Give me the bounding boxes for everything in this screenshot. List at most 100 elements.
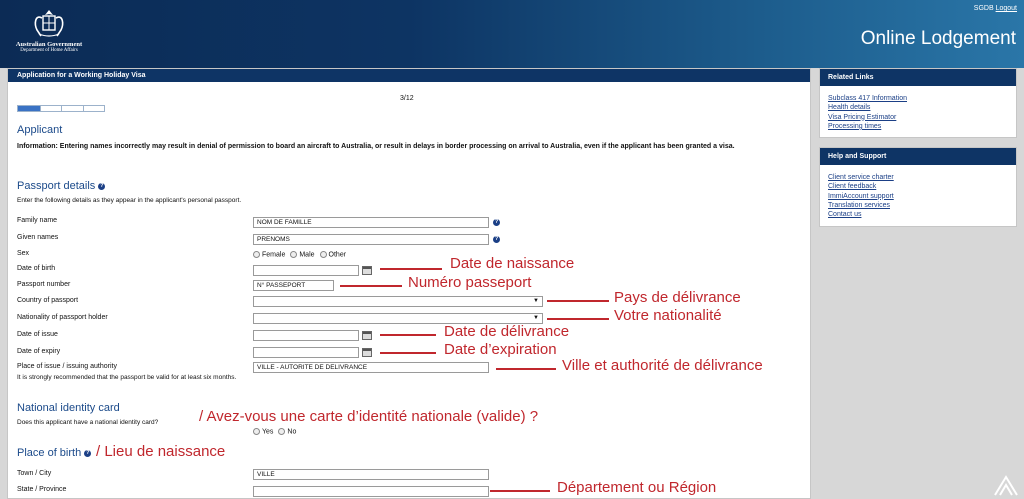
nid-heading: National identity card — [17, 402, 120, 414]
annotation-line — [496, 368, 556, 370]
annotation-state: Département ou Région — [557, 479, 717, 496]
annotation-pob: / Lieu de naissance — [96, 443, 226, 460]
radio-label: No — [287, 428, 297, 436]
dropdown-arrow-icon: ▼ — [533, 315, 539, 321]
sex-male-option[interactable]: Male — [290, 251, 315, 259]
help-icon[interactable]: ? — [493, 219, 500, 226]
help-icon[interactable]: ? — [98, 182, 106, 190]
calendar-icon[interactable] — [362, 266, 372, 275]
country-select[interactable]: ▼ — [253, 296, 543, 307]
related-link[interactable]: Visa Pricing Estimator — [828, 113, 1008, 122]
gov-name: Australian Government — [15, 41, 83, 48]
annotation-line — [490, 490, 550, 492]
validity-note: It is strongly recommended that the pass… — [17, 374, 237, 381]
nid-radio-group: Yes No — [253, 428, 296, 435]
given-names-label: Given names — [17, 234, 59, 241]
radio-button[interactable] — [290, 251, 298, 258]
related-links-list: Subclass 417 Information Health details … — [820, 86, 1016, 137]
nid-yes-option[interactable]: Yes — [253, 428, 273, 435]
expiry-date-label: Date of expiry — [17, 348, 61, 355]
progress-segment — [82, 106, 84, 111]
expiry-date-input[interactable] — [253, 347, 359, 358]
dob-input[interactable] — [253, 265, 359, 276]
brand-logo-icon — [994, 475, 1018, 496]
help-support-heading: Help and Support — [820, 148, 1016, 165]
help-link[interactable]: Contact us — [828, 210, 1008, 219]
related-link[interactable]: Health details — [828, 103, 1008, 112]
annotation-passport: Numéro passeport — [408, 274, 532, 291]
passport-number-label: Passport number — [17, 281, 71, 288]
given-names-input[interactable]: PRENOMS — [253, 234, 489, 245]
help-link[interactable]: Client feedback — [828, 182, 1008, 191]
pob-heading-text: Place of birth — [17, 447, 82, 459]
family-name-input[interactable]: NOM DE FAMILLE — [253, 217, 489, 228]
radio-button[interactable] — [253, 428, 260, 435]
government-logo[interactable]: Australian Government Department of Home… — [8, 6, 90, 62]
help-link[interactable]: Translation services — [828, 201, 1008, 210]
progress-fill — [18, 106, 40, 111]
logout-link[interactable]: Logout — [996, 5, 1017, 12]
radio-button[interactable] — [253, 251, 260, 258]
applicant-heading: Applicant — [17, 124, 63, 136]
dropdown-arrow-icon: ▼ — [533, 298, 539, 304]
radio-label: Male — [299, 251, 315, 259]
family-name-label: Family name — [17, 217, 58, 224]
annotation-expiry: Date d’expiration — [444, 341, 557, 358]
dob-label: Date of birth — [17, 265, 56, 272]
annotation-nationality: Votre nationalité — [614, 307, 722, 324]
form-title-bar: Application for a Working Holiday Visa — [8, 69, 810, 82]
help-link[interactable]: ImmiAccount support — [828, 192, 1008, 201]
progress-segment — [39, 106, 41, 111]
annotation-place: Ville et authorité de délivrance — [562, 357, 763, 374]
sex-other-option[interactable]: Other — [319, 251, 347, 259]
pob-heading: Place of birth ? — [17, 447, 92, 459]
department-name: Department of Home Affairs — [20, 48, 78, 53]
annotation-dob: Date de naissance — [450, 255, 575, 272]
place-issue-label: Place of issue / issuing authority — [17, 363, 117, 370]
info-text: Information: Entering names incorrectly … — [17, 143, 735, 150]
annotation-issue: Date de délivrance — [444, 323, 570, 340]
related-link[interactable]: Subclass 417 Information — [828, 94, 1008, 103]
progress-bar — [17, 105, 105, 112]
country-label: Country of passport — [17, 297, 79, 304]
passport-intro: Enter the following details as they appe… — [17, 197, 242, 204]
help-support-panel: Help and Support Client service charter … — [819, 147, 1017, 227]
nid-no-option[interactable]: No — [278, 428, 296, 435]
annotation-line — [547, 300, 609, 302]
radio-button[interactable] — [319, 251, 327, 258]
annotation-line — [547, 318, 609, 320]
place-issue-input[interactable]: VILLE - AUTORITE DE DELIVRANCE — [253, 362, 489, 373]
annotation-nid: / Avez-vous une carte d’identité nationa… — [199, 408, 539, 425]
annotation-line — [380, 268, 442, 270]
town-input[interactable]: VILLE — [253, 469, 489, 480]
passport-heading-text: Passport details — [17, 180, 96, 192]
calendar-icon[interactable] — [362, 348, 372, 357]
related-link[interactable]: Processing times — [828, 122, 1008, 131]
sex-radio-group: Female Male Other — [253, 251, 346, 258]
town-label: Town / City — [17, 470, 52, 477]
page-counter: 3/12 — [400, 95, 414, 102]
help-icon[interactable]: ? — [84, 449, 92, 457]
radio-label: Female — [262, 251, 286, 259]
state-input[interactable] — [253, 486, 489, 497]
coat-of-arms-icon — [34, 10, 64, 37]
radio-label: Yes — [262, 428, 274, 436]
issue-date-input[interactable] — [253, 330, 359, 341]
nid-question: Does this applicant have a national iden… — [17, 419, 159, 426]
radio-button[interactable] — [278, 428, 286, 435]
sex-label: Sex — [17, 250, 30, 257]
username: SGDB — [973, 5, 994, 12]
user-links: SGDB Logout — [974, 5, 1017, 12]
passport-heading: Passport details ? — [17, 180, 106, 192]
help-link[interactable]: Client service charter — [828, 173, 1008, 182]
site-header: Australian Government Department of Home… — [0, 0, 1024, 68]
sex-female-option[interactable]: Female — [253, 251, 285, 258]
related-links-panel: Related Links Subclass 417 Information H… — [819, 68, 1017, 138]
help-links-list: Client service charter Client feedback I… — [820, 165, 1016, 225]
passport-number-input[interactable]: N° PASSEPORT — [253, 280, 334, 291]
state-label: State / Province — [17, 486, 67, 493]
calendar-icon[interactable] — [362, 331, 372, 340]
app-title: Online Lodgement — [860, 28, 1016, 49]
help-icon[interactable]: ? — [493, 236, 500, 243]
radio-label: Other — [328, 251, 347, 259]
